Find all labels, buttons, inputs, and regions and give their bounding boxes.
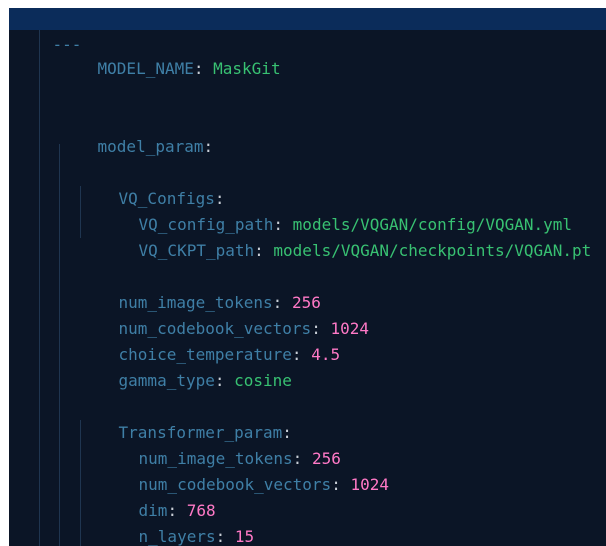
code-line: num_image_tokens: 256 — [80, 264, 321, 312]
code-line: num_image_tokens: 256 — [100, 420, 341, 468]
code-line: n_layers: 15 — [100, 498, 255, 546]
code-line: VQ_Configs: — [80, 160, 225, 208]
code-line: Transformer_param: — [80, 394, 292, 442]
colon: : — [254, 241, 264, 260]
code-line: VQ_CKPT_path: models/VQGAN/checkpoints/V… — [100, 212, 592, 260]
yaml-value: MaskGit — [213, 59, 281, 78]
colon: : — [203, 137, 214, 156]
yaml-key: model_param — [97, 137, 204, 156]
yaml-value: models/VQGAN/checkpoints/VQGAN.pt — [273, 241, 592, 260]
yaml-value: 1024 — [350, 475, 389, 494]
code-line: VQ_config_path: models/VQGAN/config/VQGA… — [100, 186, 573, 234]
current-line-highlight — [9, 8, 606, 30]
code-line: hidden_dim: 1536 — [100, 524, 293, 546]
code-line: gamma_type: cosine — [80, 342, 292, 390]
code-line: MODEL_NAME: MaskGit — [59, 30, 281, 78]
indent-guide — [59, 144, 60, 546]
colon: : — [291, 345, 302, 364]
yaml-key: MODEL_NAME — [97, 59, 194, 78]
code-line: model_param: — [59, 108, 214, 156]
code-line: num_codebook_vectors: 1024 — [100, 446, 389, 494]
yaml-value: 4.5 — [311, 345, 341, 364]
colon: : — [331, 475, 341, 494]
yaml-value: cosine — [234, 371, 292, 390]
code-line: dim: 768 — [100, 472, 216, 520]
colon: : — [214, 371, 225, 390]
yaml-key: gamma_type — [118, 371, 215, 390]
code-editor[interactable]: --- MODEL_NAME: MaskGit model_param: VQ_… — [9, 8, 606, 546]
indent-guide — [39, 30, 40, 546]
colon: : — [193, 59, 204, 78]
yaml-key: VQ_CKPT_path — [138, 241, 255, 260]
code-line: num_codebook_vectors: 1024 — [80, 290, 369, 338]
code-line: choice_temperature: 4.5 — [80, 316, 341, 364]
code-line: --- — [14, 8, 82, 54]
